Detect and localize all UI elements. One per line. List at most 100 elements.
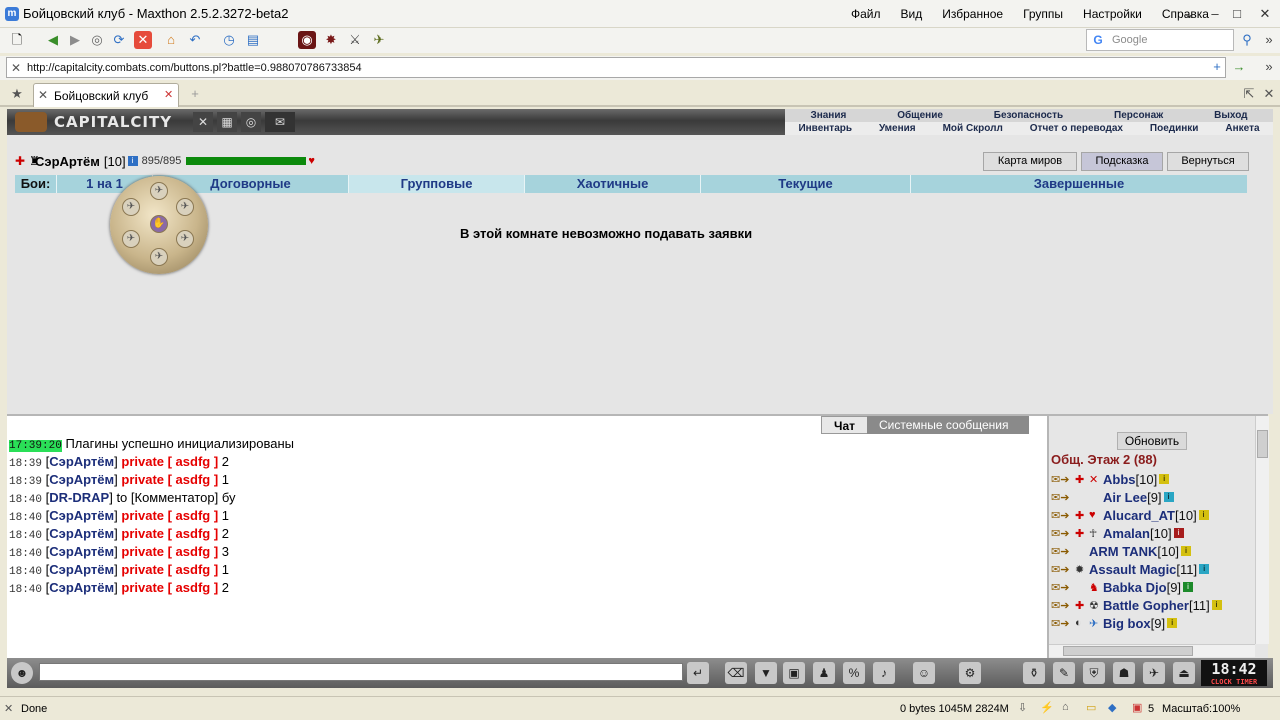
menu-profile[interactable]: Анкета [1225, 122, 1259, 135]
menu-character[interactable]: Персонаж [1114, 109, 1163, 122]
menu-duels[interactable]: Поединки [1150, 122, 1199, 135]
dove-icon[interactable]: ✈ [370, 31, 388, 49]
info-icon[interactable]: i [1173, 528, 1184, 538]
private-msg-icon[interactable]: ✉➔ [1051, 599, 1075, 612]
address-more-icon[interactable]: » [1260, 58, 1278, 76]
chat-name[interactable]: СэрАртём [49, 508, 114, 523]
stop-icon[interactable]: ◎ [88, 31, 106, 49]
menu-groups[interactable]: Группы [1023, 7, 1063, 21]
user-name[interactable]: Battle Gopher [1103, 598, 1189, 613]
new-page-icon[interactable]: 🗋 [8, 31, 26, 49]
info-icon[interactable]: i [1198, 510, 1209, 520]
chat-private[interactable]: private [ asdfg ] [121, 580, 218, 595]
sidebar-hscrollbar[interactable] [1049, 644, 1255, 657]
menu-communication[interactable]: Общение [897, 109, 943, 122]
lock-icon[interactable]: ⌂ [1062, 701, 1069, 713]
weapon-icon[interactable]: ⚔ [346, 31, 364, 49]
chat-name[interactable]: СэрАртём [49, 544, 114, 559]
tab-close-icon[interactable]: ✕ [164, 88, 173, 101]
chat-private[interactable]: private [ asdfg ] [121, 544, 218, 559]
world-map-button[interactable]: Карта миров [983, 152, 1077, 171]
refresh-button[interactable]: Обновить [1117, 432, 1187, 450]
save-icon[interactable]: ▣ [783, 662, 805, 684]
user-name[interactable]: Abbs [1103, 472, 1136, 487]
user-name[interactable]: Assault Magic [1089, 562, 1176, 577]
potion-icon[interactable]: ⚱ [1023, 662, 1045, 684]
tab-fight-club[interactable]: ✕ Бойцовский клуб ✕ [33, 83, 179, 107]
url-field[interactable]: ✕ http://capitalcity.combats.com/buttons… [6, 57, 1226, 78]
user-name[interactable]: Amalan [1103, 526, 1150, 541]
search-box[interactable]: G Google [1086, 29, 1234, 51]
private-msg-icon[interactable]: ✉➔ [1051, 545, 1075, 558]
tab-group[interactable]: Групповые [349, 175, 525, 193]
chat-name[interactable]: СэрАртём [49, 580, 114, 595]
flash-icon[interactable]: ⚡ [1040, 701, 1054, 714]
menu-exit[interactable]: Выход [1214, 109, 1247, 122]
info-icon[interactable]: i [1211, 600, 1222, 610]
user-name[interactable]: Babka Djo [1103, 580, 1167, 595]
tab-chaotic[interactable]: Хаотичные [525, 175, 701, 193]
home-icon[interactable]: ⌂ [162, 31, 180, 49]
chat-recipient[interactable]: to [Комментатор] [116, 490, 218, 505]
user-name[interactable]: Alucard_AT [1103, 508, 1175, 523]
eraser-icon[interactable]: ⌫ [725, 662, 747, 684]
sound-icon[interactable]: ♪ [873, 662, 895, 684]
smile-icon[interactable]: ☺ [913, 662, 935, 684]
info-icon[interactable]: i [1167, 618, 1178, 628]
tab-pin-icon[interactable]: ⇱ [1240, 85, 1258, 103]
user-name[interactable]: Air Lee [1103, 490, 1147, 505]
back-button[interactable]: Вернуться [1167, 152, 1249, 171]
scroll-thumb[interactable] [1257, 430, 1268, 458]
wheel-slot-icon[interactable]: ✈ [122, 230, 140, 248]
info-icon[interactable]: i [127, 156, 138, 166]
menu-knowledge[interactable]: Знания [810, 109, 846, 122]
pin-icon[interactable]: ★ [8, 85, 26, 103]
scroll-icon[interactable]: ✎ [1053, 662, 1075, 684]
hint-button[interactable]: Подсказка [1081, 152, 1163, 171]
menu-settings[interactable]: Настройки [1083, 7, 1142, 21]
shield-icon[interactable]: ⛨ [1083, 662, 1105, 684]
menu-skills[interactable]: Умения [879, 122, 916, 135]
wheel-slot-icon[interactable]: ✈ [150, 182, 168, 200]
chat-private[interactable]: private [ asdfg ] [121, 508, 218, 523]
translit-icon[interactable]: % [843, 662, 865, 684]
tab-system-messages[interactable]: Системные сообщения [867, 416, 1029, 434]
chat-name[interactable]: СэрАртём [49, 526, 114, 541]
chat-private[interactable]: private [ asdfg ] [121, 562, 218, 577]
info-icon[interactable]: i [1183, 582, 1194, 592]
tab-current[interactable]: Текущие [701, 175, 911, 193]
bag-icon[interactable]: ☗ [1113, 662, 1135, 684]
private-msg-icon[interactable]: ✉➔ [1051, 509, 1075, 522]
tabs-icon[interactable]: ▣ [1132, 701, 1142, 714]
wheel-slot-icon[interactable]: ✈ [150, 248, 168, 266]
minimize-button[interactable]: – [1206, 5, 1224, 23]
tab-close-all-icon[interactable]: ✕ [1260, 85, 1278, 103]
close-page-icon[interactable]: ✕ [134, 31, 152, 49]
compass-icon[interactable]: ◎ [241, 112, 261, 132]
menu-inventory[interactable]: Инвентарь [798, 122, 852, 135]
sidebar-toggle-icon[interactable]: ▤ [244, 31, 262, 49]
sword-icon[interactable]: ✕ [193, 112, 213, 132]
add-favorite-icon[interactable]: + [1208, 58, 1226, 76]
chat-mode-icon[interactable]: ☻ [11, 662, 33, 684]
chat-private[interactable]: private [ asdfg ] [121, 526, 218, 541]
user-name[interactable]: ARM TANK [1089, 544, 1157, 559]
menu-file[interactable]: Файл [851, 7, 881, 21]
more-icon[interactable]: » [1260, 31, 1278, 49]
wheel-slot-icon[interactable]: ✈ [176, 230, 194, 248]
back-icon[interactable]: ◀ [44, 31, 62, 49]
zoom-level[interactable]: Масштаб:100% [1162, 703, 1240, 715]
go-icon[interactable]: → [1230, 58, 1248, 76]
bird-icon[interactable]: ✈ [1143, 662, 1165, 684]
sidebar-scrollbar[interactable] [1255, 416, 1269, 644]
info-icon[interactable]: i [1163, 492, 1174, 502]
settings-icon[interactable]: ⚙ [959, 662, 981, 684]
private-msg-icon[interactable]: ✉➔ [1051, 617, 1075, 630]
chat-name[interactable]: СэрАртём [49, 562, 114, 577]
gesture-wheel[interactable]: ✈ ✈ ✈ ✈ ✈ ✈ ✋ [110, 176, 208, 274]
hscroll-thumb[interactable] [1063, 646, 1193, 656]
filter-icon[interactable]: ▼ [755, 662, 777, 684]
menu-favorites[interactable]: Избранное [942, 7, 1003, 21]
plugin-icon[interactable]: ◉ [298, 31, 316, 49]
people-icon[interactable]: ♟ [813, 662, 835, 684]
